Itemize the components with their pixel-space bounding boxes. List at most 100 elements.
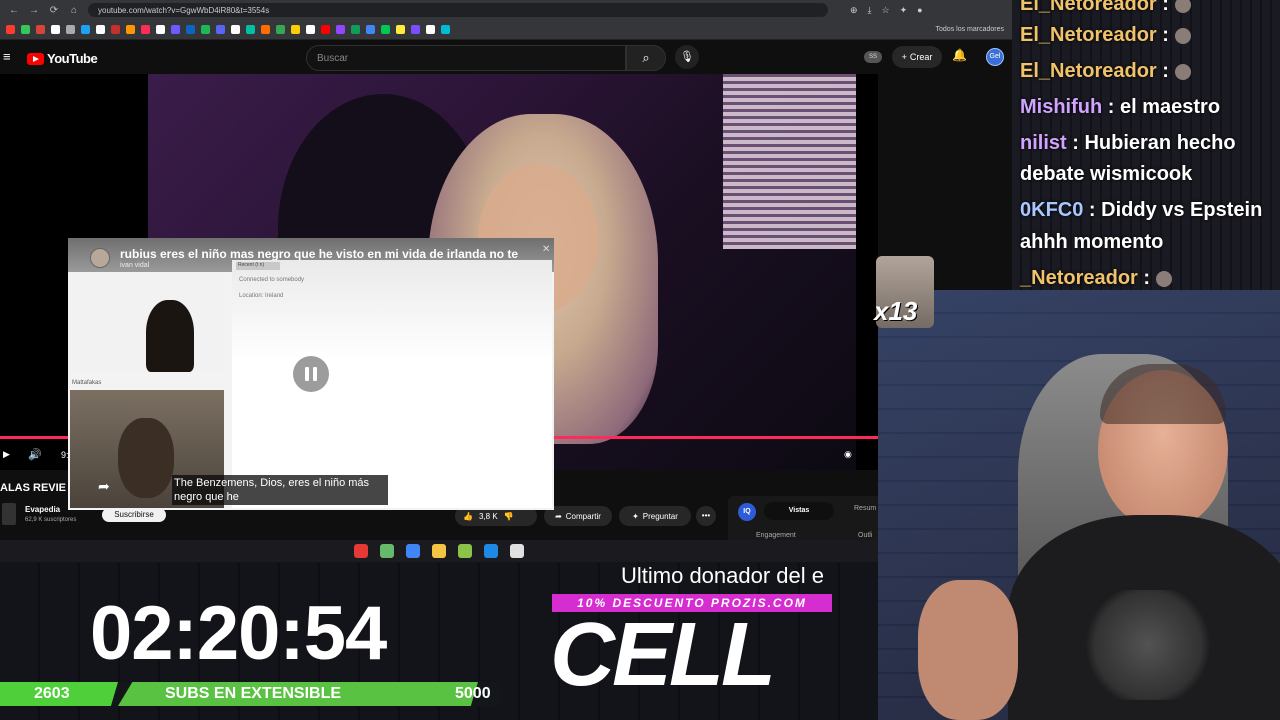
reload-icon[interactable]: ⟳: [48, 5, 60, 16]
engagement-label: Engagement: [756, 532, 796, 539]
all-bookmarks-link[interactable]: Todos los marcadores: [936, 26, 1012, 33]
iq-logo[interactable]: IQ: [738, 503, 756, 521]
bookmark-icon[interactable]: [396, 25, 405, 34]
thumbs-down-icon[interactable]: 👎: [504, 512, 514, 521]
create-label: Crear: [909, 52, 933, 62]
chat-message: 0KFC0 : Diddy vs Epstein: [1020, 199, 1262, 222]
taskbar-app-icon[interactable]: [510, 544, 524, 558]
bookmark-icon[interactable]: [216, 25, 225, 34]
bookmark-icon[interactable]: [381, 25, 390, 34]
taskbar-app-icon[interactable]: [380, 544, 394, 558]
taskbar-app-icon[interactable]: [484, 544, 498, 558]
chat-username[interactable]: _Netoreador: [1020, 267, 1138, 289]
chat-message: nilist : Hubieran hecho: [1020, 132, 1236, 155]
donor-title: Ultimo donador del e: [621, 563, 825, 588]
chat-text: el maestro: [1120, 96, 1221, 118]
ask-button[interactable]: ✦ Preguntar: [619, 506, 691, 526]
search-button[interactable]: ⌕: [626, 45, 666, 71]
autoplay-toggle-icon[interactable]: ◉: [844, 449, 852, 460]
chat-username[interactable]: nilist: [1020, 132, 1067, 154]
extension-icon[interactable]: ✦: [900, 5, 908, 16]
bookmark-icon[interactable]: [411, 25, 420, 34]
home-icon[interactable]: ⌂: [68, 5, 80, 16]
bookmarks-bar: Todos los marcadores: [0, 20, 1012, 40]
taskbar-app-icon[interactable]: [458, 544, 472, 558]
taskbar-app-icon[interactable]: [432, 544, 446, 558]
url-field[interactable]: youtube.com/watch?v=GgwWbD4iR80&t=3554s: [88, 3, 828, 17]
play-icon[interactable]: ▶: [3, 449, 10, 460]
pause-bar-right: [313, 367, 317, 381]
share-button[interactable]: ➦ Compartir: [544, 506, 612, 526]
bookmark-icon[interactable]: [291, 25, 300, 34]
overlay-title: rubius eres el niño mas negro que he vis…: [120, 247, 519, 261]
bookmark-icon[interactable]: [171, 25, 180, 34]
forward-icon[interactable]: →: [28, 5, 40, 16]
chat-message: _Netoreador :: [1020, 267, 1172, 290]
bookmark-icon[interactable]: [51, 25, 60, 34]
avatar[interactable]: Gel: [986, 48, 1004, 66]
subscribe-button[interactable]: Suscribirse: [102, 508, 166, 522]
subs-current: 2603: [34, 685, 70, 702]
bookmark-icon[interactable]: [351, 25, 360, 34]
bookmark-icon[interactable]: [96, 25, 105, 34]
chat-username[interactable]: El_Netoreador: [1020, 0, 1157, 15]
chat-separator: :: [1156, 60, 1175, 82]
chat-separator: :: [1083, 199, 1102, 221]
more-actions-button[interactable]: •••: [696, 506, 716, 526]
bookmark-icon[interactable]: [36, 25, 45, 34]
taskbar-app-icon[interactable]: [406, 544, 420, 558]
bookmark-icon[interactable]: [81, 25, 90, 34]
bookmark-icon[interactable]: [321, 25, 330, 34]
bookmark-icon[interactable]: [6, 25, 15, 34]
volume-icon[interactable]: 🔊: [28, 448, 42, 461]
like-count: 3,8 K: [478, 511, 498, 521]
bookmark-icon[interactable]: [186, 25, 195, 34]
youtube-logo[interactable]: YouTube: [27, 51, 98, 66]
bookmark-icon[interactable]: [426, 25, 435, 34]
tab-summary[interactable]: Resum: [854, 505, 876, 512]
chat-separator: :: [1102, 96, 1120, 118]
bookmark-icon[interactable]: [276, 25, 285, 34]
zoom-icon[interactable]: ⊕: [850, 5, 858, 16]
create-button[interactable]: + Crear: [892, 46, 942, 68]
back-icon[interactable]: ←: [8, 5, 20, 16]
bell-icon[interactable]: 🔔: [952, 48, 967, 62]
bookmark-icon[interactable]: [21, 25, 30, 34]
bookmark-icon[interactable]: [246, 25, 255, 34]
chat-username[interactable]: El_Netoreador: [1020, 60, 1157, 82]
bookmark-icon[interactable]: [126, 25, 135, 34]
bookmark-icon[interactable]: [201, 25, 210, 34]
bookmark-icon[interactable]: [261, 25, 270, 34]
chat-username[interactable]: 0KFC0: [1020, 199, 1083, 221]
share-icon[interactable]: ➦: [98, 478, 110, 495]
search-input[interactable]: Buscar: [306, 45, 626, 71]
bookmark-icon[interactable]: [441, 25, 450, 34]
profile-icon[interactable]: ●: [917, 5, 922, 16]
chat-username[interactable]: Mishifuh: [1020, 96, 1102, 118]
channel-avatar[interactable]: [2, 503, 16, 525]
emote-icon: [1155, 270, 1172, 287]
bookmark-icon[interactable]: [156, 25, 165, 34]
bookmark-icon[interactable]: [366, 25, 375, 34]
emote-icon: [1174, 0, 1191, 13]
bookmark-icon[interactable]: [231, 25, 240, 34]
close-icon[interactable]: ✕: [542, 244, 550, 255]
stream-chat: El_Netoreador : El_Netoreador : El_Netor…: [1012, 0, 1280, 292]
tab-views[interactable]: Vistas: [764, 502, 834, 520]
bookmark-icon[interactable]: [111, 25, 120, 34]
ss-badge: SS: [864, 51, 882, 63]
pause-button[interactable]: [293, 356, 329, 392]
bookmark-icon[interactable]: [336, 25, 345, 34]
install-icon[interactable]: ⤓: [868, 5, 872, 16]
bookmark-icon[interactable]: [306, 25, 315, 34]
taskbar-app-icon[interactable]: [354, 544, 368, 558]
bookmark-icon[interactable]: [141, 25, 150, 34]
chat-message: El_Netoreador :: [1020, 0, 1191, 16]
bookmark-icon[interactable]: [66, 25, 75, 34]
channel-name[interactable]: Evapedia: [25, 505, 60, 514]
chat-username[interactable]: El_Netoreador: [1020, 24, 1157, 46]
star-icon[interactable]: ☆: [882, 5, 890, 16]
streamer-arm: [918, 580, 1018, 720]
voice-search-button[interactable]: 🎙: [675, 45, 699, 69]
menu-icon[interactable]: ≡: [3, 49, 11, 64]
